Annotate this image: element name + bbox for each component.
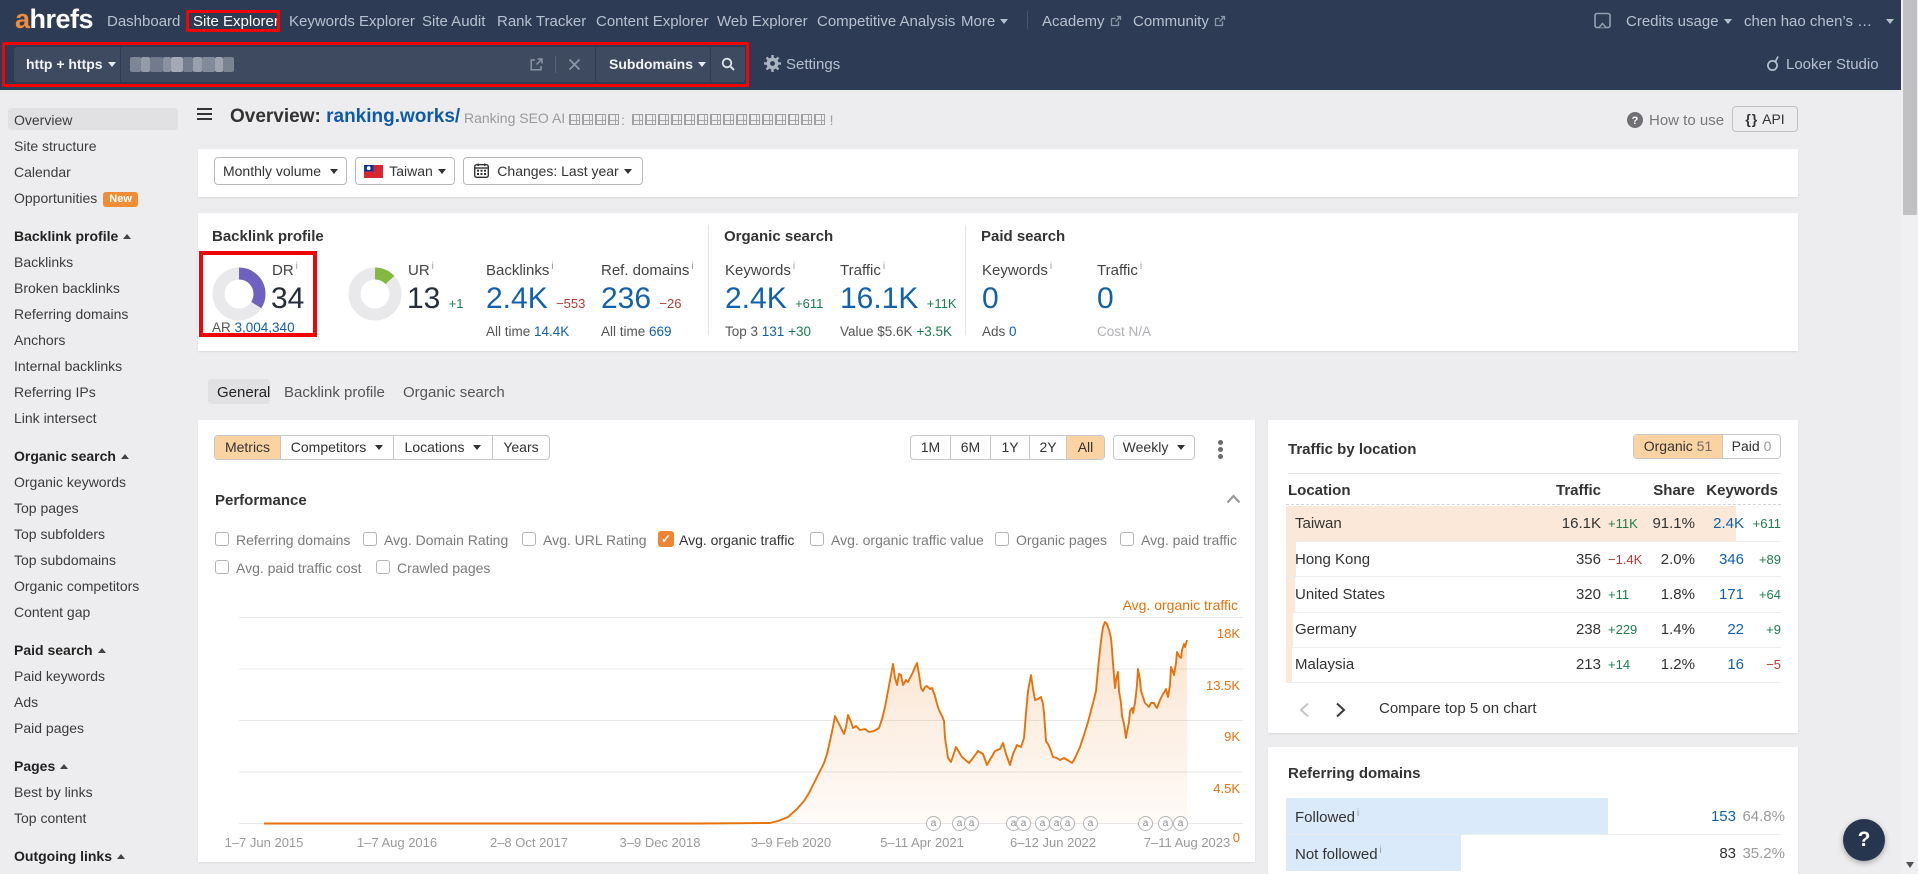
svg-text:?: ? bbox=[1632, 115, 1639, 127]
